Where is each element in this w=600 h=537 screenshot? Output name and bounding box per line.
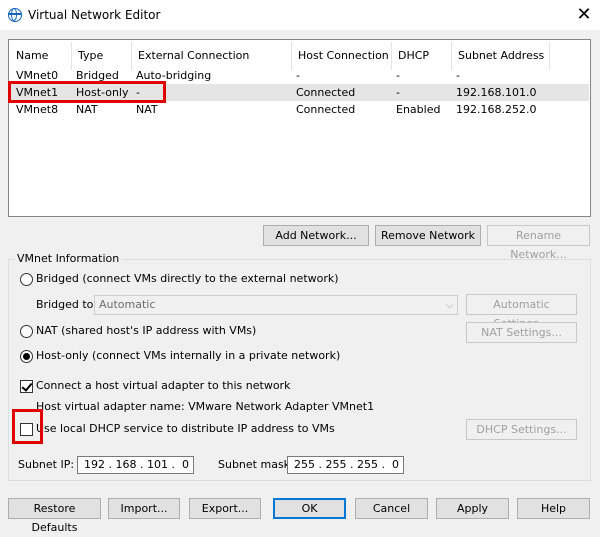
bridged-label: Bridged (connect VMs directly to the ext… xyxy=(36,272,339,285)
ok-button[interactable]: OK xyxy=(273,498,346,519)
bridged-radio[interactable] xyxy=(20,273,33,286)
host-only-radio[interactable] xyxy=(20,350,33,363)
add-network-button[interactable]: Add Network... xyxy=(263,225,369,246)
adapter-name-label: Host virtual adapter name: VMware Networ… xyxy=(36,400,375,413)
rename-network-button[interactable]: Rename Network... xyxy=(487,225,590,261)
restore-defaults-button[interactable]: Restore Defaults xyxy=(8,498,101,534)
column-header-host-connection[interactable]: Host Connection xyxy=(292,42,392,70)
row-dhcp: Enabled xyxy=(396,103,441,116)
help-button[interactable]: Help xyxy=(517,498,590,519)
chevron-down-icon: ⌵ xyxy=(446,301,453,311)
row-subnet-address: 192.168.101.0 xyxy=(456,86,537,99)
highlight-box-selected-row xyxy=(8,81,166,103)
subnet-mask-input[interactable]: 255 . 255 . 255 . 0 xyxy=(287,456,404,474)
vmnet-information-label: VMnet Information xyxy=(14,252,123,265)
row-name: VMnet8 xyxy=(16,103,59,116)
column-header-dhcp[interactable]: DHCP xyxy=(392,42,452,70)
row-host-connection: - xyxy=(296,69,300,82)
import-button[interactable]: Import... xyxy=(108,498,180,519)
row-host-connection: Connected xyxy=(296,86,356,99)
column-header-external-connection[interactable]: External Connection xyxy=(132,42,292,70)
automatic-settings-button[interactable]: Automatic Settings... xyxy=(466,294,577,330)
cancel-button[interactable]: Cancel xyxy=(355,498,428,519)
bridged-to-select[interactable]: Automatic ⌵ xyxy=(94,295,458,315)
subnet-ip-label: Subnet IP: xyxy=(18,458,75,471)
apply-button[interactable]: Apply xyxy=(436,498,509,519)
row-dhcp: - xyxy=(396,69,400,82)
subnet-mask-label: Subnet mask: xyxy=(218,458,294,471)
highlight-box-dhcp-checkbox xyxy=(12,409,43,444)
table-row[interactable]: VMnet8 NAT NAT Connected Enabled 192.168… xyxy=(10,101,589,118)
connect-adapter-label: Connect a host virtual adapter to this n… xyxy=(36,379,291,392)
column-header-name[interactable]: Name xyxy=(10,42,72,70)
column-header-type[interactable]: Type xyxy=(72,42,132,70)
remove-network-button[interactable]: Remove Network xyxy=(375,225,481,246)
row-external-connection: NAT xyxy=(136,103,158,116)
column-header-subnet-address[interactable]: Subnet Address xyxy=(452,42,550,70)
window-title: Virtual Network Editor xyxy=(28,8,161,22)
nat-radio[interactable] xyxy=(20,325,33,338)
connect-adapter-checkbox[interactable] xyxy=(20,380,33,393)
host-only-label: Host-only (connect VMs internally in a p… xyxy=(36,349,341,362)
dhcp-label: Use local DHCP service to distribute IP … xyxy=(36,422,335,435)
row-host-connection: Connected xyxy=(296,103,356,116)
globe-icon xyxy=(8,8,22,22)
row-type: NAT xyxy=(76,103,98,116)
subnet-ip-input[interactable]: 192 . 168 . 101 . 0 xyxy=(77,456,194,474)
vmnet-information-group xyxy=(8,259,591,481)
close-icon[interactable]: ✕ xyxy=(574,5,594,25)
bridged-to-label: Bridged to: xyxy=(36,298,98,311)
title-bar: Virtual Network Editor ✕ xyxy=(0,0,600,30)
dhcp-settings-button[interactable]: DHCP Settings... xyxy=(466,419,577,440)
export-button[interactable]: Export... xyxy=(189,498,261,519)
row-subnet-address: - xyxy=(456,69,460,82)
row-subnet-address: 192.168.252.0 xyxy=(456,103,537,116)
bridged-to-value: Automatic xyxy=(99,298,156,311)
nat-settings-button[interactable]: NAT Settings... xyxy=(466,322,577,343)
nat-label: NAT (shared host's IP address with VMs) xyxy=(36,324,257,337)
row-dhcp: - xyxy=(396,86,400,99)
network-list[interactable]: Name Type External Connection Host Conne… xyxy=(8,39,591,217)
